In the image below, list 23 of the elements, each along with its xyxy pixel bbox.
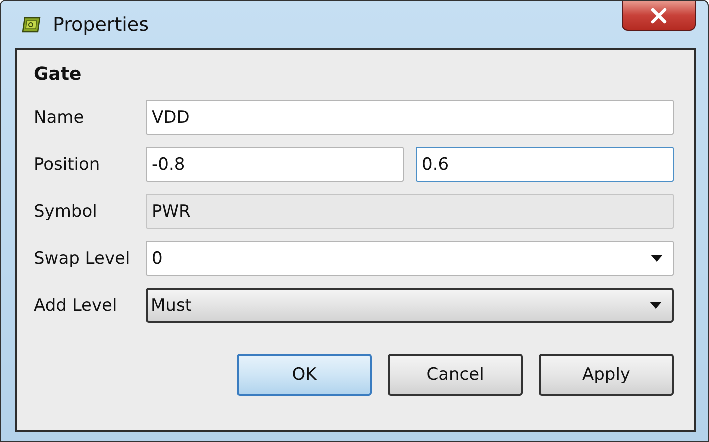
combo-box[interactable]: 0 <box>146 241 674 276</box>
close-icon <box>649 8 669 24</box>
section-heading: Gate <box>34 64 83 87</box>
combo-value: 0 <box>152 248 163 268</box>
text-field[interactable]: -0.8 <box>146 147 404 182</box>
field-label: Swap Level <box>34 248 132 268</box>
readonly-field: PWR <box>146 194 674 229</box>
dropdown-value: Must <box>151 296 192 316</box>
dialog-button[interactable]: Apply <box>539 354 674 396</box>
text-field[interactable]: VDD <box>146 100 674 135</box>
field-label: Symbol <box>34 202 98 222</box>
text-field[interactable]: 0.6 <box>416 147 674 182</box>
field-label: Position <box>34 154 102 174</box>
window-title: Properties <box>53 14 150 36</box>
close-button[interactable] <box>622 1 696 31</box>
chip-icon <box>21 14 43 34</box>
dropdown[interactable]: Must <box>146 288 674 323</box>
dropdown-arrow-icon[interactable] <box>650 302 662 309</box>
dropdown-arrow-icon[interactable] <box>651 255 663 262</box>
field-label: Name <box>34 108 86 128</box>
dialog-button[interactable]: Cancel <box>388 354 523 396</box>
dialog-button[interactable]: OK <box>237 354 372 396</box>
field-label: Add Level <box>34 296 118 316</box>
